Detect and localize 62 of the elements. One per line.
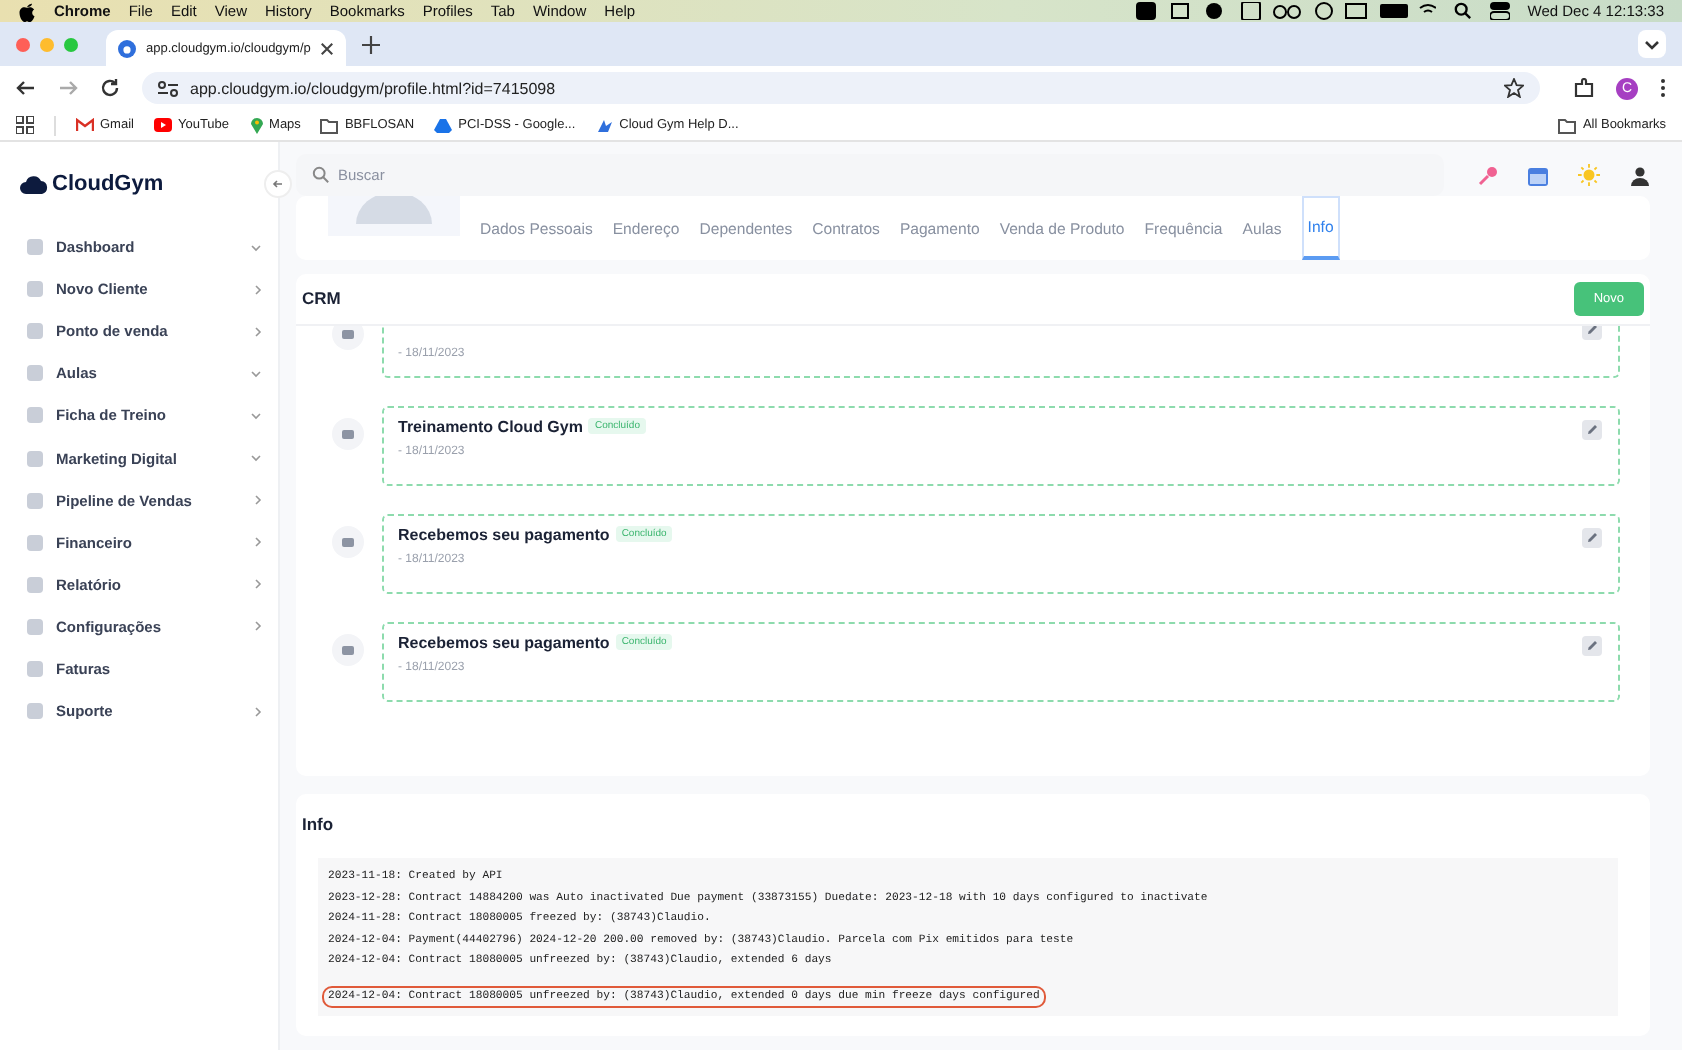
key-icon[interactable] [1478, 165, 1498, 186]
menu-item-icon [26, 406, 44, 425]
collapse-icon[interactable] [264, 170, 292, 198]
edit-icon[interactable] [1582, 419, 1602, 440]
inbox-icon [332, 525, 364, 558]
activity-title: Recebemos seu pagamento [398, 633, 610, 652]
site-settings-icon[interactable] [158, 79, 178, 97]
search-icon [312, 166, 330, 185]
apple-icon[interactable] [18, 1, 36, 21]
tab-list-icon[interactable] [1638, 30, 1666, 58]
chevron-right-icon [254, 705, 262, 718]
chevron-down-icon [250, 243, 262, 252]
triangle-icon [434, 117, 453, 133]
activity-title: Recebemos seu pagamento [398, 525, 610, 544]
logo[interactable]: CloudGym [20, 172, 164, 196]
section-title: CRM [302, 288, 341, 309]
puzzle-icon[interactable] [1574, 78, 1594, 98]
activity-title: Treinamento Cloud Gym [398, 417, 583, 436]
menu-item-icon [26, 575, 44, 594]
apps-grid-icon[interactable] [16, 116, 34, 134]
calendar-icon[interactable] [1528, 165, 1548, 186]
chevron-right-icon [254, 620, 262, 633]
folder-icon [1558, 117, 1577, 133]
edit-icon[interactable] [1582, 635, 1602, 656]
close-icon[interactable] [320, 41, 335, 55]
play-icon [153, 118, 172, 132]
menu-item-icon [26, 238, 44, 257]
menu-item-icon [26, 449, 44, 468]
mail-icon [76, 118, 94, 132]
menu-item-icon [26, 280, 44, 299]
address-bar[interactable]: app.cloudgym.io/cloudgym/profile.html?id=7415098 [142, 72, 1540, 104]
menu-item-icon [26, 617, 44, 636]
edit-icon[interactable] [1582, 527, 1602, 548]
folder-icon [320, 117, 339, 133]
chevron-right-icon [254, 494, 262, 507]
chevron-right-icon [254, 578, 262, 591]
control-center-icon[interactable] [1489, 2, 1510, 20]
menu-item-icon [26, 322, 44, 341]
menu-item-icon [26, 364, 44, 383]
bookmark-icon [595, 117, 614, 133]
chevron-down-icon [250, 454, 262, 463]
star-icon[interactable] [1504, 78, 1524, 98]
more-icon[interactable] [1660, 78, 1666, 98]
chevron-right-icon [254, 536, 262, 549]
chevron-down-icon [250, 369, 262, 378]
inbox-icon [332, 417, 364, 450]
new-tab-icon[interactable] [362, 35, 381, 53]
inbox-icon [332, 633, 364, 666]
user-icon[interactable] [1630, 165, 1650, 186]
menu-item-icon [26, 533, 44, 552]
reload-icon[interactable] [100, 78, 120, 98]
chevron-down-icon [250, 411, 262, 420]
map-pin-icon [249, 116, 264, 134]
chevron-right-icon [254, 325, 262, 338]
menu-item-icon [26, 659, 44, 678]
status-icons[interactable] [1135, 2, 1436, 20]
menu-item-icon [26, 702, 44, 721]
menu-item-icon [26, 491, 44, 510]
section-title: Info [302, 814, 336, 835]
back-icon[interactable] [16, 78, 36, 98]
search-icon[interactable] [1453, 2, 1472, 20]
chevron-right-icon [254, 283, 262, 296]
